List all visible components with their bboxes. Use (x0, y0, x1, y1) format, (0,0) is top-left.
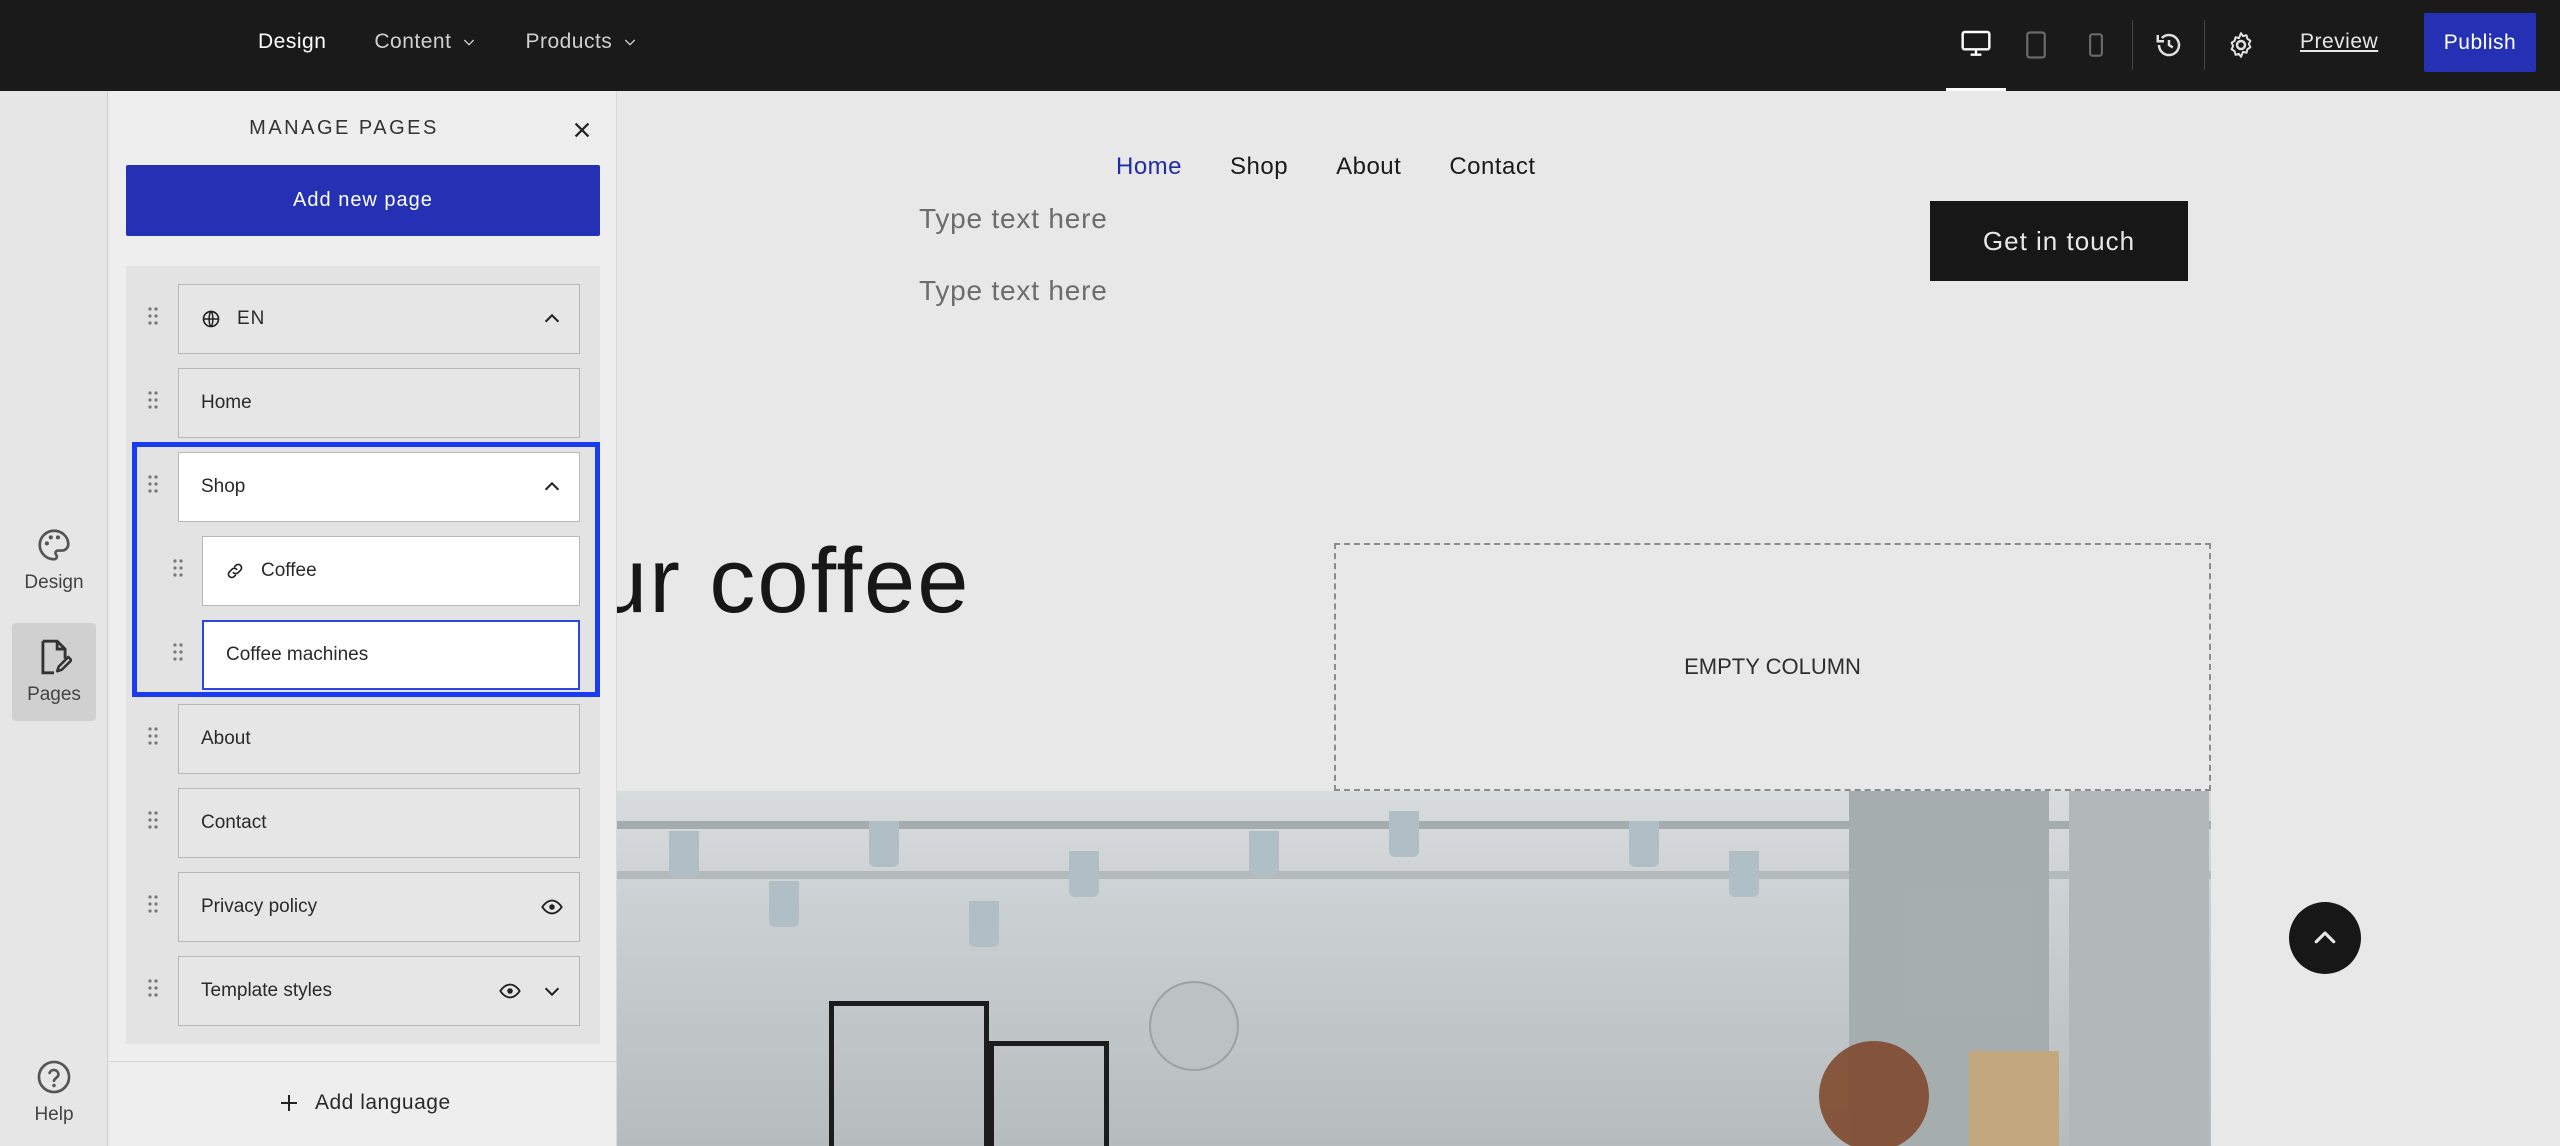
nav-design[interactable]: Design (258, 30, 326, 54)
add-language-label: Add language (315, 1091, 451, 1114)
scroll-to-top-button[interactable] (2289, 902, 2361, 974)
rail-pages[interactable]: Pages (12, 623, 96, 721)
add-language-button[interactable]: Add language (277, 1091, 451, 1115)
toolbar-divider (2204, 20, 2205, 70)
nav-content[interactable]: Content (374, 30, 477, 54)
rail-help-label: Help (34, 1104, 74, 1125)
help-icon (37, 1060, 71, 1094)
globe-icon (201, 309, 221, 329)
page-label: Shop (201, 476, 246, 497)
row-actions (541, 285, 563, 353)
tablet-icon (2026, 31, 2046, 59)
page-label: Coffee machines (226, 644, 369, 665)
drag-handle-icon[interactable] (172, 642, 184, 662)
link-icon (225, 561, 245, 581)
site-nav-contact[interactable]: Contact (1449, 153, 1535, 181)
drag-handle-icon[interactable] (172, 558, 184, 578)
page-label: Home (201, 392, 252, 413)
drag-handle-icon[interactable] (147, 978, 159, 998)
pages-icon (41, 639, 72, 675)
rail-pages-label: Pages (27, 684, 81, 705)
page-label: Template styles (201, 980, 332, 1001)
publish-button[interactable]: Publish (2424, 13, 2536, 72)
drag-handle-icon[interactable] (147, 474, 159, 494)
panel-title: MANAGE PAGES (249, 117, 439, 139)
drag-handle-icon[interactable] (147, 306, 159, 326)
add-new-page-button[interactable]: Add new page (126, 165, 600, 236)
chevron-down-icon (625, 39, 636, 46)
mobile-icon (2089, 33, 2103, 57)
page-row-home[interactable]: Home (178, 368, 580, 438)
toolbar-divider (2132, 20, 2133, 70)
chevron-up-icon (2314, 931, 2336, 944)
chevron-up-icon[interactable] (541, 308, 563, 330)
row-actions (541, 873, 563, 941)
nav-products[interactable]: Products (525, 30, 638, 54)
eye-icon[interactable] (541, 896, 563, 918)
chevron-down-icon[interactable] (541, 980, 563, 1002)
desktop-icon (1961, 30, 1991, 56)
empty-column[interactable]: EMPTY COLUMN (1334, 543, 2211, 791)
drag-handle-icon[interactable] (147, 726, 159, 746)
page-label: About (201, 728, 251, 749)
row-actions (541, 453, 563, 521)
page-label: Contact (201, 812, 267, 833)
rail-help[interactable]: Help (12, 1043, 96, 1141)
drag-handle-icon[interactable] (147, 810, 159, 830)
site-nav-home[interactable]: Home (1116, 153, 1182, 181)
get-in-touch-button[interactable]: Get in touch (1930, 201, 2188, 281)
eye-icon[interactable] (499, 980, 521, 1002)
rail-design[interactable]: Design (12, 511, 96, 609)
close-icon (574, 122, 590, 138)
site-nav-shop[interactable]: Shop (1230, 153, 1288, 181)
language-label: EN (237, 308, 266, 329)
text-placeholder-2[interactable]: Type text here (919, 275, 1108, 307)
page-row-template-styles[interactable]: Template styles (178, 956, 580, 1026)
page-row-shop[interactable]: Shop (178, 452, 580, 522)
editor-top-nav: Design Content Products (258, 0, 638, 84)
drag-handle-icon[interactable] (147, 894, 159, 914)
chevron-down-icon (464, 39, 475, 46)
page-label: Coffee (261, 560, 317, 581)
nav-products-label: Products (525, 30, 613, 53)
page-row-coffee[interactable]: Coffee (202, 536, 580, 606)
tablet-view-button[interactable] (2006, 22, 2066, 68)
preview-link[interactable]: Preview (2300, 30, 2378, 54)
empty-column-label: EMPTY COLUMN (1684, 654, 1861, 679)
manage-pages-panel: MANAGE PAGES Add new page EN Home Shop C… (109, 91, 617, 1146)
settings-button[interactable] (2221, 25, 2261, 65)
gear-icon (2230, 32, 2252, 58)
close-panel-button[interactable] (571, 119, 593, 141)
nav-design-label: Design (258, 30, 327, 53)
plus-icon (281, 1095, 297, 1111)
page-label: Privacy policy (201, 896, 318, 917)
history-button[interactable] (2149, 25, 2189, 65)
left-rail: Design Pages Help (0, 91, 108, 1146)
device-switcher (1946, 22, 2126, 91)
page-row-privacy-policy[interactable]: Privacy policy (178, 872, 580, 942)
site-navigation: Home Shop About Contact (1116, 153, 1536, 181)
page-row-about[interactable]: About (178, 704, 580, 774)
panel-divider (109, 1061, 617, 1062)
desktop-view-button[interactable] (1946, 22, 2006, 91)
top-toolbar: Design Content Products Preview Publish (0, 0, 2560, 91)
page-row-contact[interactable]: Contact (178, 788, 580, 858)
page-row-coffee-machines[interactable]: Coffee machines (202, 620, 580, 690)
nav-content-label: Content (374, 30, 452, 53)
text-placeholder-1[interactable]: Type text here (919, 203, 1108, 235)
palette-icon (38, 529, 70, 561)
mobile-view-button[interactable] (2066, 22, 2126, 68)
drag-handle-icon[interactable] (147, 390, 159, 410)
site-nav-about[interactable]: About (1336, 153, 1401, 181)
chevron-up-icon[interactable] (541, 476, 563, 498)
language-row-en[interactable]: EN (178, 284, 580, 354)
history-icon (2156, 33, 2181, 57)
rail-design-label: Design (24, 572, 84, 593)
row-actions (499, 957, 563, 1025)
